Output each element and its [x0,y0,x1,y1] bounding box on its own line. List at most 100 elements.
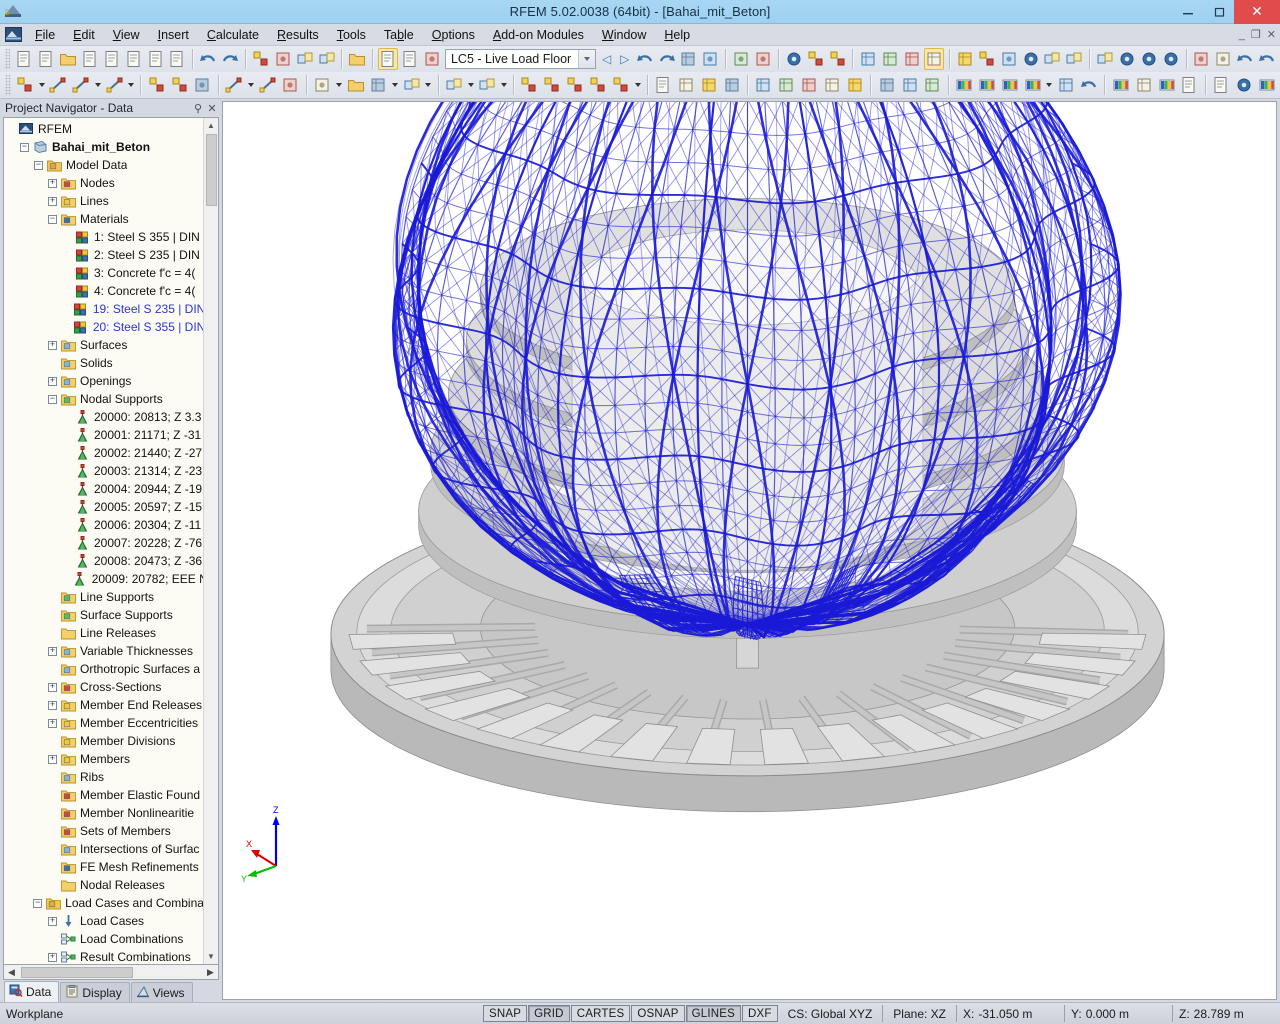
member-icon[interactable] [257,74,278,96]
result-slice-icon[interactable] [1110,74,1131,96]
tree-collapse-icon[interactable]: − [20,143,29,152]
menu-options[interactable]: Options [423,25,484,45]
tree-item-member-end-releases[interactable]: +Member End Releases [6,696,203,714]
numbering-icon[interactable] [700,48,720,70]
tree-item-20007-20228-z-76[interactable]: 20007: 20228; Z -76 [6,534,203,552]
toolbar-grip[interactable] [5,75,11,95]
tree-item-lines[interactable]: +Lines [6,192,203,210]
tree-item-line-releases[interactable]: Line Releases [6,624,203,642]
tree-item-load-cases-and-combinat[interactable]: −Load Cases and Combinat [6,894,203,912]
navigator-tree[interactable]: RFEM−Bahai_mit_Beton−Model Data+Nodes+Li… [4,118,203,964]
tree-expand-icon[interactable]: + [48,953,57,962]
clipboard-icon[interactable] [124,48,144,70]
rotate-copy-icon[interactable] [1095,48,1115,70]
mirror-axis-icon[interactable] [1042,48,1062,70]
tree-item-20009-20782-eee-n[interactable]: 20009: 20782; EEE N [6,570,203,588]
tree-item-orthotropic-surfaces-a[interactable]: Orthotropic Surfaces a [6,660,203,678]
mesh-icon[interactable] [858,48,878,70]
select-object-icon[interactable] [273,48,293,70]
snap-icon[interactable] [999,48,1019,70]
new-node-icon[interactable] [15,74,36,96]
tree-item-member-nonlinearitie[interactable]: Member Nonlinearitie [6,804,203,822]
menu-edit[interactable]: Edit [64,25,104,45]
tree-item-20004-20944-z-19[interactable]: 20004: 20944; Z -19 [6,480,203,498]
new-file-icon[interactable] [14,48,34,70]
new-folder-icon[interactable] [347,48,367,70]
move-object-icon[interactable] [317,48,337,70]
scroll-up-icon[interactable]: ▲ [204,118,219,133]
copy-object-icon[interactable] [443,74,464,96]
new-polyline-icon[interactable] [104,74,125,96]
navigator-horizontal-scrollbar[interactable]: ◀ ▶ [3,965,219,980]
chain-icon[interactable] [1021,48,1041,70]
mdi-restore-button[interactable]: ❐ [1251,30,1261,40]
grid-points-icon[interactable] [977,48,997,70]
solid-result-icon[interactable] [1056,74,1077,96]
label-down-icon[interactable] [1192,48,1212,70]
tree-item-cross-sections[interactable]: +Cross-Sections [6,678,203,696]
next-load-case-button[interactable]: ▷ [616,48,634,70]
tree-item-intersections-of-surfac[interactable]: Intersections of Surfac [6,840,203,858]
tree-item-variable-thicknesses[interactable]: +Variable Thicknesses [6,642,203,660]
arrow-down-icon[interactable] [1235,48,1255,70]
extrude-icon[interactable] [401,74,422,96]
toolbar-grip[interactable] [5,49,10,69]
render-mode-icon[interactable] [922,74,943,96]
tree-item-materials[interactable]: −Materials [6,210,203,228]
scroll-right-icon[interactable]: ▶ [203,966,218,979]
view-x-icon[interactable] [776,74,797,96]
hscroll-thumb[interactable] [21,967,133,978]
tree-item-20003-21314-z-23[interactable]: 20003: 21314; Z -23 [6,462,203,480]
opening-icon[interactable] [345,74,366,96]
save-icon[interactable] [102,48,122,70]
tree-expand-icon[interactable]: + [48,647,57,656]
save-project-icon[interactable] [80,48,100,70]
status-flag-dxf[interactable]: DXF [742,1005,778,1022]
status-flag-cartes[interactable]: CARTES [571,1005,631,1022]
pin-icon[interactable]: ⚲ [191,102,205,115]
load-free-icon[interactable] [588,74,609,96]
wireframe-icon[interactable] [924,48,944,70]
tree-item-load-cases[interactable]: +Load Cases [6,912,203,930]
scroll-left-icon[interactable]: ◀ [4,966,19,979]
new-dim-line-icon[interactable] [71,74,92,96]
load-generate-icon-dropdown[interactable] [632,74,642,96]
model-viewport-3d[interactable]: Z X Y [222,101,1277,1000]
result-table-icon[interactable] [1179,74,1200,96]
tree-item-20002-21440-z-27[interactable]: 20002: 21440; Z -27 [6,444,203,462]
tree-collapse-icon[interactable]: − [34,161,43,170]
extrude-icon-dropdown[interactable] [423,74,433,96]
print-icon[interactable] [146,48,166,70]
tree-item-result-combinations[interactable]: +Result Combinations [6,948,203,964]
solid-icon-dropdown[interactable] [390,74,400,96]
loads-icon[interactable] [806,48,826,70]
solid-icon[interactable] [368,74,389,96]
tree-item-20001-21171-z-31[interactable]: 20001: 21171; Z -31 [6,426,203,444]
tree-item-20005-20597-z-15[interactable]: 20005: 20597; Z -15 [6,498,203,516]
tree-item-20-steel-s-355-din[interactable]: 20: Steel S 355 | DIN [6,318,203,336]
tree-item-3-concrete-f-c-4[interactable]: 3: Concrete f'c = 4( [6,264,203,282]
view-negx-icon[interactable] [845,74,866,96]
tree-item-model-data[interactable]: −Model Data [6,156,203,174]
menu-window[interactable]: Window [593,25,655,45]
copy-object-icon-dropdown[interactable] [465,74,475,96]
menu-help[interactable]: Help [655,25,699,45]
arrow-up-icon[interactable] [1257,48,1277,70]
load-case-combo[interactable]: LC5 - Live Load Floor [445,49,596,69]
tree-item-load-combinations[interactable]: Load Combinations [6,930,203,948]
contour-icon[interactable] [1022,74,1043,96]
prev-load-case-icon[interactable] [635,48,655,70]
info-icon[interactable] [1117,48,1137,70]
tree-item-ribs[interactable]: Ribs [6,768,203,786]
wizard-icon[interactable] [1234,74,1255,96]
tree-expand-icon[interactable]: + [48,917,57,926]
print-preview-icon[interactable] [168,48,188,70]
open-file-icon[interactable] [36,48,56,70]
axial-force-icon[interactable] [1000,74,1021,96]
view-perspective-icon[interactable] [899,74,920,96]
dimension-icon-dropdown[interactable] [246,74,256,96]
view-zoom-icon[interactable] [679,48,699,70]
tree-item-surfaces[interactable]: +Surfaces [6,336,203,354]
status-flag-glines[interactable]: GLINES [686,1005,741,1022]
deformation-icon[interactable] [954,74,975,96]
